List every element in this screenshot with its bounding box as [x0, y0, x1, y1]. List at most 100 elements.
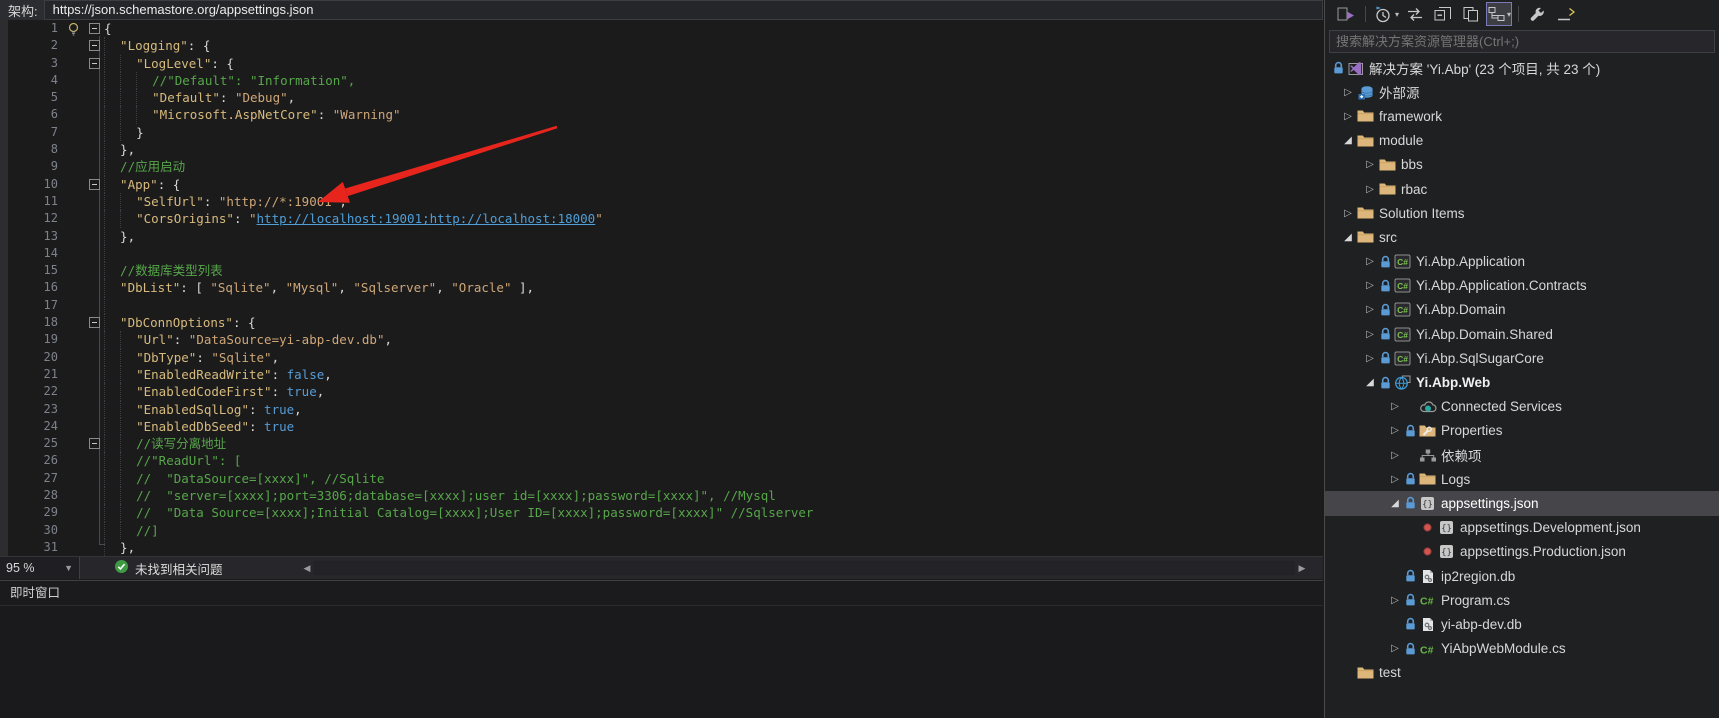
code-line[interactable]: 6"Microsoft.AspNetCore": "Warning"	[0, 106, 1323, 123]
preview-selected-items-icon[interactable]	[1553, 2, 1579, 26]
expander-collapsed-icon[interactable]: ▷	[1387, 595, 1403, 606]
show-all-files-icon[interactable]	[1458, 2, 1484, 26]
code-line[interactable]: 29// "Data Source=[xxxx];Initial Catalog…	[0, 504, 1323, 521]
fold-collapse-box[interactable]	[84, 435, 104, 452]
fold-collapse-box[interactable]	[84, 176, 104, 193]
code-line[interactable]: 5"Default": "Debug",	[0, 89, 1323, 106]
code-line[interactable]: 23"EnabledSqlLog": true,	[0, 401, 1323, 418]
tree-row[interactable]: ▷C#Yi.Abp.Application	[1325, 250, 1719, 274]
properties-icon[interactable]	[1525, 2, 1551, 26]
code-line[interactable]: 11"SelfUrl": "http://*:19001",	[0, 193, 1323, 210]
code-line[interactable]: 15//数据库类型列表	[0, 262, 1323, 279]
code-line[interactable]: 2"Logging": {	[0, 37, 1323, 54]
tree-row[interactable]: ip2region.db	[1325, 564, 1719, 588]
fold-collapse-box[interactable]	[84, 37, 104, 54]
code-line[interactable]: 1{	[0, 20, 1323, 37]
code-line[interactable]: 14	[0, 245, 1323, 262]
expander-collapsed-icon[interactable]: ▷	[1362, 353, 1378, 364]
expander-expanded-icon[interactable]: ◢	[1362, 377, 1378, 388]
tree-row[interactable]: ▷C#Yi.Abp.Domain.Shared	[1325, 322, 1719, 346]
code-line[interactable]: 9//应用启动	[0, 158, 1323, 175]
tree-row[interactable]: {}appsettings.Production.json	[1325, 540, 1719, 564]
expander-collapsed-icon[interactable]: ▷	[1387, 474, 1403, 485]
fold-collapse-box[interactable]	[84, 20, 104, 37]
expander-expanded-icon[interactable]: ◢	[1340, 135, 1356, 146]
expander-expanded-icon[interactable]: ◢	[1340, 232, 1356, 243]
tree-row[interactable]: ▷C#Yi.Abp.Application.Contracts	[1325, 274, 1719, 298]
tree-row[interactable]: ▷bbs	[1325, 153, 1719, 177]
lightbulb-icon[interactable]	[62, 20, 84, 37]
collapse-all-icon[interactable]	[1430, 2, 1456, 26]
expander-collapsed-icon[interactable]: ▷	[1340, 111, 1356, 122]
breakpoint-margin[interactable]	[0, 20, 8, 556]
sync-active-document-icon[interactable]	[1402, 2, 1428, 26]
tree-row[interactable]: ◢module	[1325, 129, 1719, 153]
expander-collapsed-icon[interactable]: ▷	[1387, 450, 1403, 461]
immediate-window-body[interactable]	[0, 606, 1323, 718]
code-line[interactable]: 8},	[0, 141, 1323, 158]
tree-row[interactable]: ▷C#YiAbpWebModule.cs	[1325, 637, 1719, 661]
fold-collapse-box[interactable]	[84, 55, 104, 72]
horizontal-scrollbar[interactable]: ◀ ▶	[300, 558, 1309, 578]
code-line[interactable]: 24"EnabledDbSeed": true	[0, 418, 1323, 435]
tree-row[interactable]: ▷Properties	[1325, 419, 1719, 443]
switch-views-icon[interactable]	[1333, 2, 1359, 26]
schema-url-combobox[interactable]: https://json.schemastore.org/appsettings…	[44, 0, 1323, 20]
tree-row[interactable]: ▷Connected Services	[1325, 395, 1719, 419]
code-line[interactable]: 25//读写分离地址	[0, 435, 1323, 452]
expander-collapsed-icon[interactable]: ▷	[1387, 425, 1403, 436]
chevron-down-icon[interactable]: ▾	[1395, 10, 1399, 19]
expander-collapsed-icon[interactable]: ▷	[1387, 643, 1403, 654]
code-line[interactable]: 27// "DataSource=[xxxx]", //Sqlite	[0, 470, 1323, 487]
expander-collapsed-icon[interactable]: ▷	[1387, 401, 1403, 412]
tree-row[interactable]: {}appsettings.Development.json	[1325, 516, 1719, 540]
pending-changes-filter-icon[interactable]: ▾	[1372, 2, 1400, 26]
code-editor[interactable]: 1{2"Logging": {3"LogLevel": {4//"Default…	[0, 20, 1323, 556]
code-line[interactable]: 16"DbList": [ "Sqlite", "Mysql", "Sqlser…	[0, 279, 1323, 296]
hyperlink[interactable]: http://localhost:19001	[257, 211, 423, 226]
tree-row[interactable]: ▷rbac	[1325, 177, 1719, 201]
tree-row[interactable]: ▷C#Yi.Abp.Domain	[1325, 298, 1719, 322]
code-line[interactable]: 7}	[0, 124, 1323, 141]
code-line[interactable]: 31},	[0, 539, 1323, 556]
hyperlink[interactable]: http://localhost:18000	[430, 211, 596, 226]
code-line[interactable]: 20"DbType": "Sqlite",	[0, 349, 1323, 366]
tree-row[interactable]: yi-abp-dev.db	[1325, 612, 1719, 636]
code-line[interactable]: 3"LogLevel": {	[0, 55, 1323, 72]
tree-row[interactable]: ▷依赖项	[1325, 443, 1719, 467]
immediate-window-title[interactable]: 即时窗口	[0, 581, 1323, 606]
chevron-down-icon[interactable]: ▾	[1507, 10, 1511, 19]
expander-collapsed-icon[interactable]: ▷	[1362, 184, 1378, 195]
search-input[interactable]	[1330, 34, 1714, 49]
expander-collapsed-icon[interactable]: ▷	[1362, 280, 1378, 291]
code-line[interactable]: 13},	[0, 228, 1323, 245]
tree-row[interactable]: ◢src	[1325, 225, 1719, 249]
code-line[interactable]: 17	[0, 297, 1323, 314]
expander-expanded-icon[interactable]: ◢	[1387, 498, 1403, 509]
scroll-left-icon[interactable]: ◀	[300, 563, 314, 574]
expander-collapsed-icon[interactable]: ▷	[1362, 329, 1378, 340]
code-line[interactable]: 21"EnabledReadWrite": false,	[0, 366, 1323, 383]
code-line[interactable]: 26//"ReadUrl": [	[0, 452, 1323, 469]
tree-row[interactable]: ▷C#Program.cs	[1325, 588, 1719, 612]
code-line[interactable]: 18"DbConnOptions": {	[0, 314, 1323, 331]
code-line[interactable]: 19"Url": "DataSource=yi-abp-dev.db",	[0, 331, 1323, 348]
tree-row[interactable]: ▷Logs	[1325, 467, 1719, 491]
tree-row[interactable]: test	[1325, 661, 1719, 685]
solution-view-icon[interactable]: ▾	[1486, 2, 1512, 26]
code-line[interactable]: 28// "server=[xxxx];port=3306;database=[…	[0, 487, 1323, 504]
code-line[interactable]: 10"App": {	[0, 176, 1323, 193]
scrollbar-track[interactable]	[314, 561, 1295, 575]
code-line[interactable]: 22"EnabledCodeFirst": true,	[0, 383, 1323, 400]
fold-collapse-box[interactable]	[84, 314, 104, 331]
tree-row[interactable]: ▷外部源	[1325, 80, 1719, 104]
tree-row[interactable]: 解决方案 'Yi.Abp' (23 个项目, 共 23 个)	[1325, 56, 1719, 80]
tree-row[interactable]: ▷C#Yi.Abp.SqlSugarCore	[1325, 346, 1719, 370]
expander-collapsed-icon[interactable]: ▷	[1362, 159, 1378, 170]
scroll-right-icon[interactable]: ▶	[1295, 563, 1309, 574]
expander-collapsed-icon[interactable]: ▷	[1362, 256, 1378, 267]
tree-row[interactable]: ▷Solution Items	[1325, 201, 1719, 225]
tree-row[interactable]: ◢{}appsettings.json	[1325, 491, 1719, 515]
tree-row[interactable]: ◢Yi.Abp.Web	[1325, 370, 1719, 394]
hyperlink[interactable]: ;	[422, 211, 430, 226]
